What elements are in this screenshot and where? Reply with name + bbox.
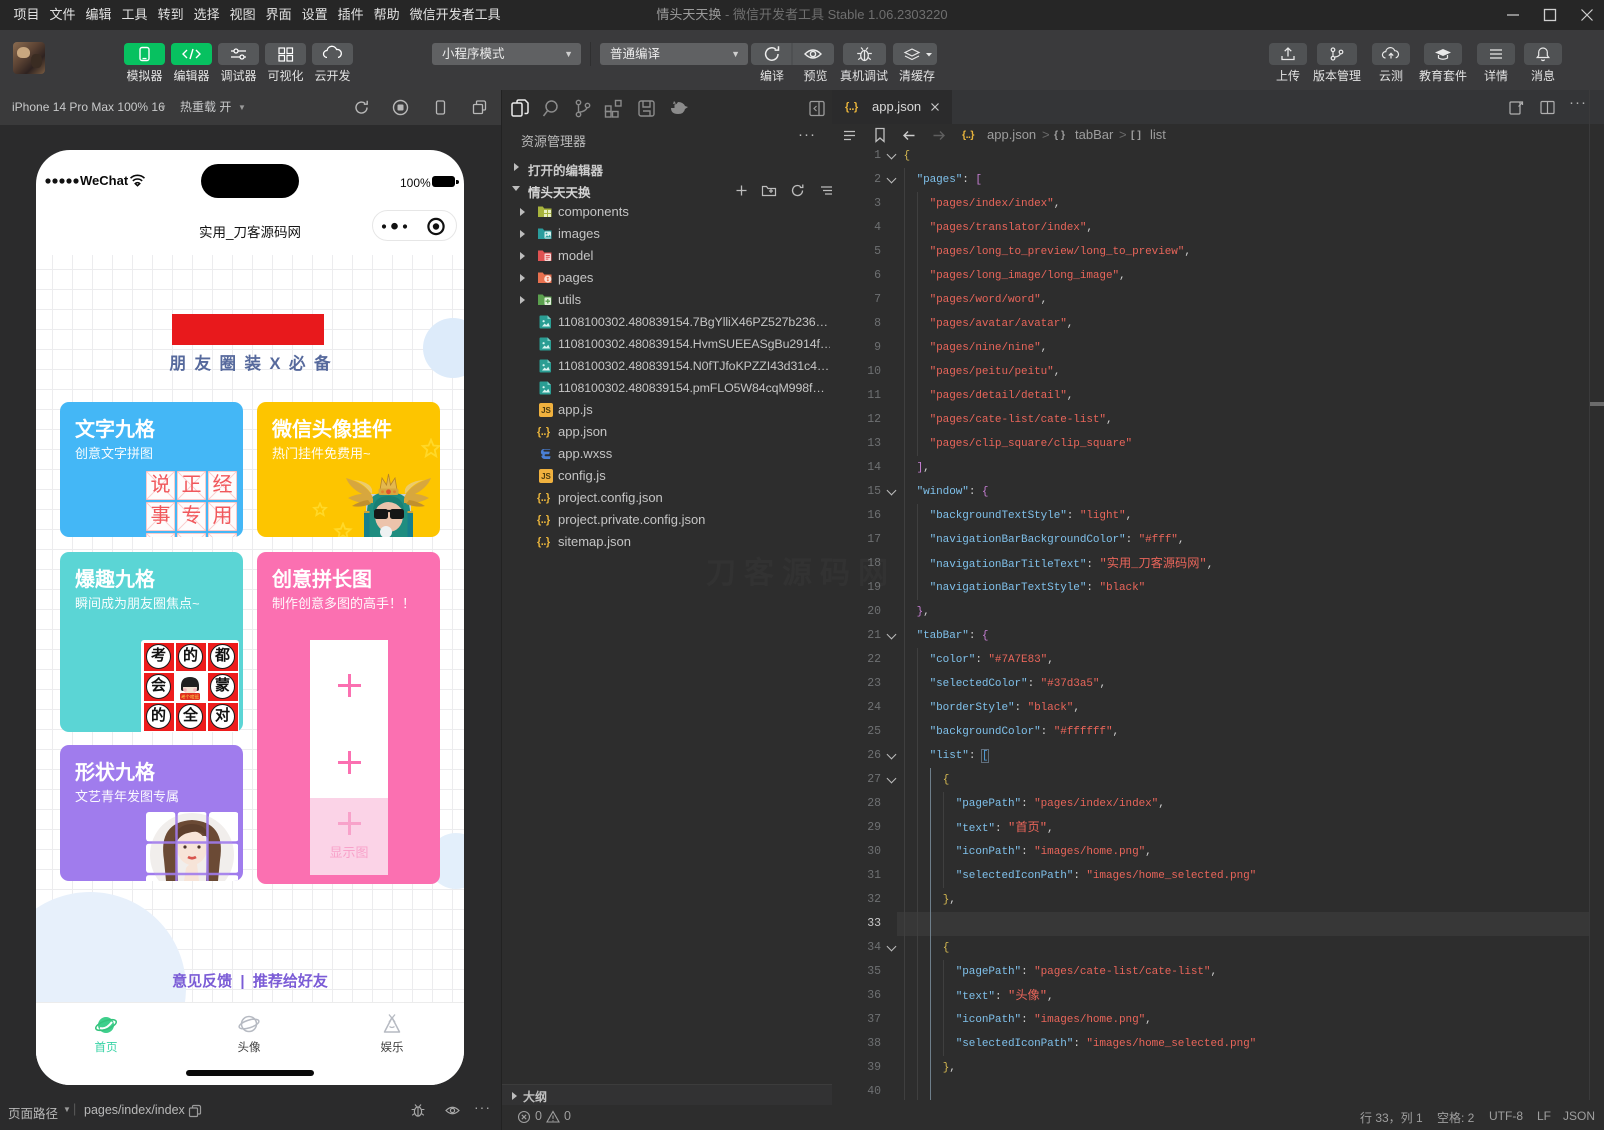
svg-text:考个啥班: 考个啥班 [181, 694, 199, 701]
